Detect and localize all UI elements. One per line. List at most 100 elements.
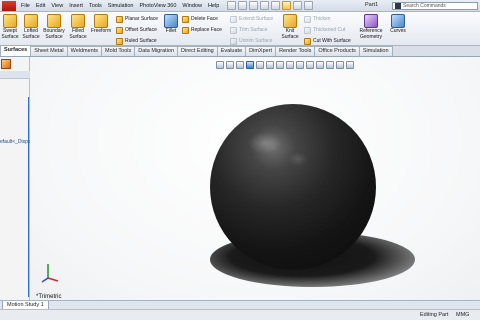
fillet-button[interactable]: Fillet (163, 14, 179, 35)
zoom-to-fit-icon[interactable] (216, 61, 224, 69)
menu-insert[interactable]: Insert (66, 3, 86, 9)
section-view-icon[interactable] (266, 61, 274, 69)
offset-surface-button[interactable]: Offset Surface (116, 25, 157, 35)
select-icon[interactable] (282, 1, 292, 10)
replace-face-button[interactable]: Replace Face (182, 25, 222, 35)
menu-bar: File Edit View Insert Tools Simulation P… (0, 0, 480, 12)
tab-office-products[interactable]: Office Products (314, 46, 360, 56)
unit-system-button[interactable]: MMG (456, 312, 469, 318)
untrim-surface-label: Untrim Surface (239, 38, 273, 44)
tab-surfaces[interactable]: Surfaces (0, 45, 32, 56)
tab-dimxpert[interactable]: DimXpert (245, 46, 277, 56)
freeform-button[interactable]: Freeform (89, 14, 113, 35)
sphere-body[interactable] (210, 104, 376, 270)
knit-surface-label: Knit Surface (281, 28, 299, 40)
planar-surface-label: Planar Surface (125, 16, 159, 22)
knit-surface-button[interactable]: Knit Surface (280, 14, 300, 40)
status-bar: Editing Part MMG (0, 309, 480, 320)
delete-face-button[interactable]: Delete Face (182, 14, 218, 24)
filled-surface-label: Filled Surface (69, 28, 87, 40)
open-icon[interactable] (238, 1, 248, 10)
previous-view-icon[interactable] (236, 61, 244, 69)
ruled-surface-icon (116, 37, 123, 45)
curves-icon (391, 14, 405, 28)
untrim-surface-icon (230, 37, 237, 45)
new-icon[interactable] (227, 1, 237, 10)
tab-sheet-metal[interactable]: Sheet Metal (30, 46, 68, 56)
hide-show-items-icon[interactable] (296, 61, 304, 69)
tab-render-tools[interactable]: Render Tools (275, 46, 316, 56)
thicken-icon (304, 15, 311, 23)
document-title: Part1 (365, 2, 379, 8)
thicken-button[interactable]: Thicken (304, 14, 331, 24)
lofted-surface-button[interactable]: Lofted Surface (21, 14, 41, 40)
offset-surface-label: Offset Surface (125, 27, 157, 33)
menu-window[interactable]: Window (179, 3, 205, 9)
trim-surface-icon (230, 26, 237, 34)
undo-icon[interactable] (271, 1, 281, 10)
swept-surface-icon (3, 14, 17, 28)
tab-simulation[interactable]: Simulation (358, 46, 393, 56)
cut-with-surface-label: Cut With Surface (313, 38, 351, 44)
realview-icon[interactable] (346, 61, 354, 69)
search-icon (395, 3, 401, 9)
search-commands-field[interactable]: Search Commands (392, 2, 478, 10)
options-icon[interactable] (304, 1, 314, 10)
cut-with-surface-button[interactable]: Cut With Surface (304, 36, 351, 46)
filled-surface-icon (71, 14, 85, 28)
rebuild-icon[interactable] (293, 1, 303, 10)
delete-face-label: Delete Face (191, 16, 218, 22)
menu-tools[interactable]: Tools (86, 3, 105, 9)
tab-evaluate[interactable]: Evaluate (216, 46, 247, 56)
thickened-cut-button[interactable]: Thickened Cut (304, 25, 345, 35)
planar-surface-button[interactable]: Planar Surface (116, 14, 158, 24)
extend-surface-button[interactable]: Extend Surface (230, 14, 273, 24)
menu-photoview[interactable]: PhotoView 360 (136, 3, 179, 9)
extend-surface-icon (230, 15, 237, 23)
replace-face-icon (182, 26, 189, 34)
graphics-area[interactable]: *Trimetric (30, 57, 480, 300)
curves-button[interactable]: Curves (388, 14, 408, 35)
ruled-surface-button[interactable]: Ruled Surface (116, 36, 157, 46)
untrim-surface-button[interactable]: Untrim Surface (230, 36, 272, 46)
solidworks-window: File Edit View Insert Tools Simulation P… (0, 0, 480, 320)
tab-weldments[interactable]: Weldments (66, 46, 103, 56)
view-settings-icon[interactable] (326, 61, 334, 69)
menu-view[interactable]: View (48, 3, 66, 9)
tab-mold-tools[interactable]: Mold Tools (101, 46, 136, 56)
menu-simulation[interactable]: Simulation (105, 3, 137, 9)
display-style-icon[interactable] (286, 61, 294, 69)
reference-geometry-button[interactable]: Reference Geometry (356, 14, 386, 40)
filled-surface-button[interactable]: Filled Surface (68, 14, 88, 40)
panel-splitter[interactable] (28, 97, 29, 297)
boundary-surface-button[interactable]: Boundary Surface (42, 14, 66, 40)
view-orientation-icon[interactable] (276, 61, 284, 69)
apply-scene-icon[interactable] (316, 61, 324, 69)
command-manager-ribbon: Swept Surface Lofted Surface Boundary Su… (0, 12, 480, 46)
trim-surface-label: Trim Surface (239, 27, 268, 33)
print-icon[interactable] (260, 1, 270, 10)
quick-access-toolbar (226, 1, 314, 10)
edit-appearance-icon[interactable] (306, 61, 314, 69)
rotate-view-icon[interactable] (246, 61, 254, 69)
lofted-surface-icon (24, 14, 38, 28)
menu-edit[interactable]: Edit (33, 3, 48, 9)
tab-direct-editing[interactable]: Direct Editing (177, 46, 218, 56)
menu-file[interactable]: File (18, 3, 33, 9)
zoom-area-icon[interactable] (226, 61, 234, 69)
zoom-icon[interactable] (256, 61, 264, 69)
tab-data-migration[interactable]: Data Migration (134, 46, 179, 56)
sphere-reflection (288, 152, 308, 166)
reference-geometry-icon (364, 14, 378, 28)
save-icon[interactable] (249, 1, 259, 10)
trim-surface-button[interactable]: Trim Surface (230, 25, 267, 35)
feature-manager-icon[interactable] (1, 59, 11, 69)
menu-help[interactable]: Help (205, 3, 222, 9)
heads-up-view-toolbar (215, 60, 355, 70)
command-manager-tabs: Surfaces Sheet Metal Weldments Mold Tool… (0, 45, 480, 57)
swept-surface-button[interactable]: Swept Surface (1, 14, 19, 40)
display-pane-icon[interactable] (336, 61, 344, 69)
fillet-icon (164, 14, 178, 28)
freeform-icon (94, 14, 108, 28)
planar-surface-icon (116, 15, 123, 23)
